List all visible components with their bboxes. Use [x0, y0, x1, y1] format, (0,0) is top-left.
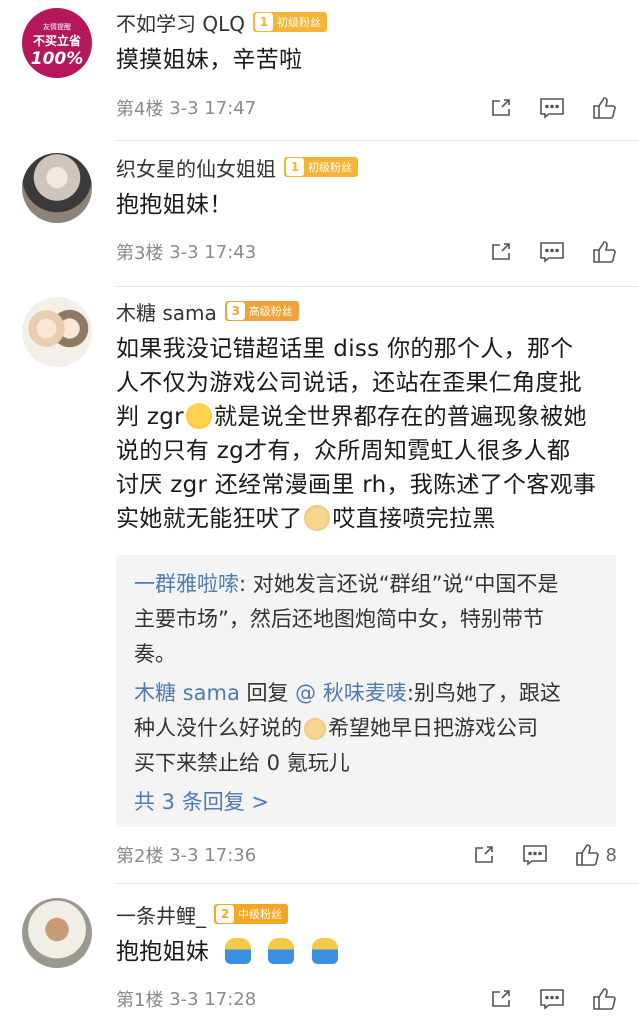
text-line: 判 zgr 就是说全世界都存在的普遍现象被她: [116, 400, 620, 434]
username-text: 一条井鲤_: [116, 903, 206, 928]
badge-level: 1: [254, 13, 273, 31]
avatar-text-mid: 不买立省: [32, 34, 81, 48]
comment-text: 摸摸姐妹，辛苦啦: [116, 47, 303, 73]
floor-number: 第3楼: [116, 243, 164, 264]
reply-line: 买下来禁止给 0 氪玩儿: [134, 751, 350, 775]
reply-verb: 回复: [239, 681, 296, 705]
share-icon[interactable]: [472, 843, 496, 867]
text-line: 实她就无能狂吠了 哎直接喷完拉黑: [116, 502, 620, 536]
username-text: 木糖 sama: [116, 300, 217, 325]
badge-label: 初级粉丝: [308, 161, 352, 174]
reply-mention-link[interactable]: @ 秋味麦唛: [295, 681, 407, 705]
action-bar: 8: [446, 840, 617, 870]
reply-line: 主要市场”，然后还地图炮简中女，特别带节: [134, 607, 544, 631]
text-segment: 就是说全世界都存在的普遍现象被她: [213, 404, 587, 430]
comment-item: 织女星的仙女姐姐 1 初级粉丝 抱抱姐妹！ 第3楼 3-3 17:43: [0, 141, 639, 286]
reply-author-link[interactable]: 木糖 sama: [134, 681, 240, 705]
action-bar: [463, 93, 617, 123]
username[interactable]: 木糖 sama 3 高级粉丝: [116, 296, 299, 326]
reply-preview-box[interactable]: 一群雅啦嗦: 对她发言还说“群组”说“中国不是 主要市场”，然后还地图炮简中女，…: [116, 555, 616, 827]
comment-icon[interactable]: [539, 240, 565, 264]
badge-level: 3: [226, 302, 245, 320]
fan-badge: 1 初级粉丝: [284, 157, 358, 177]
hug-emoji-icon: [185, 403, 212, 429]
text-segment: 哎直接喷完拉黑: [332, 506, 496, 532]
fan-badge: 1 初级粉丝: [252, 12, 327, 32]
username-text: 织女星的仙女姐姐: [116, 156, 276, 181]
comment-item: 友情提醒 不买立省 100% 不如学习 QLQ 1 初级粉丝 摸摸姐妹，辛苦啦 …: [0, 0, 639, 140]
comment-time: 3-3 17:36: [169, 844, 257, 866]
badge-label: 中级粉丝: [238, 908, 282, 921]
fan-badge: 3 高级粉丝: [224, 301, 299, 321]
reply-line: 奏。: [134, 642, 176, 666]
comment-meta: 第3楼 3-3 17:43: [116, 237, 256, 267]
comment-icon[interactable]: [539, 987, 565, 1011]
avatar[interactable]: [22, 297, 92, 367]
doge-emoji-icon: [304, 718, 326, 740]
doge-emoji-icon: [304, 505, 331, 531]
hug-emoji-icon: [312, 938, 339, 964]
like-count: 8: [605, 844, 617, 866]
comment-meta: 第1楼 3-3 17:28: [116, 984, 256, 1014]
text-line: 讨厌 zgr 还经常漫画里 rh，我陈述了个客观事: [116, 472, 597, 498]
comment-icon[interactable]: [539, 96, 565, 120]
view-all-replies-link[interactable]: 共 3 条回复 >: [134, 785, 600, 820]
floor-number: 第2楼: [116, 846, 164, 867]
comment-time: 3-3 17:43: [169, 241, 257, 263]
share-icon[interactable]: [489, 987, 513, 1011]
reply-line: 木糖 sama 回复 @ 秋味麦唛:别鸟她了，跟这: [134, 676, 600, 711]
comment-item: 木糖 sama 3 高级粉丝 如果我没记错超话里 diss 你的那个人，那个 人…: [0, 287, 639, 883]
hug-emoji-icon: [268, 938, 295, 964]
hug-emoji-icon: [224, 938, 251, 964]
avatar[interactable]: [22, 898, 92, 968]
reply-text: : 对她发言还说“群组”说“中国不是: [239, 572, 559, 596]
text-segment: 抱抱姐妹: [116, 939, 210, 965]
text-line: 说的只有 zg才有，众所周知霓虹人很多人都: [116, 438, 571, 464]
thumbs-up-icon[interactable]: [591, 986, 617, 1012]
badge-label: 初级粉丝: [276, 16, 321, 29]
action-bar: [463, 237, 617, 267]
avatar-text-top: 友情提醒: [43, 23, 71, 31]
action-bar: [463, 984, 617, 1014]
reply-author-link[interactable]: 一群雅啦嗦: [134, 572, 239, 596]
floor-number: 第1楼: [116, 990, 164, 1011]
floor-number: 第4楼: [116, 99, 164, 120]
reply-line: 种人没什么好说的 希望她早日把游戏公司: [134, 711, 600, 746]
comment-text: 如果我没记错超话里 diss 你的那个人，那个 人不仅为游戏公司说话，还站在歪果…: [116, 332, 620, 536]
username[interactable]: 不如学习 QLQ 1 初级粉丝: [116, 7, 327, 37]
reply-text: 希望她早日把游戏公司: [328, 716, 538, 740]
username[interactable]: 一条井鲤_ 2 中级粉丝: [116, 899, 288, 929]
reply-text: :别鸟她了，跟这: [406, 681, 561, 705]
text-line: 人不仅为游戏公司说话，还站在歪果仁角度批: [116, 370, 582, 396]
share-icon[interactable]: [489, 240, 513, 264]
comment-time: 3-3 17:47: [169, 97, 257, 119]
like-button[interactable]: 8: [574, 842, 617, 868]
comment-item: 一条井鲤_ 2 中级粉丝 抱抱姐妹 第1楼 3-3 17:28: [0, 884, 639, 1024]
share-icon[interactable]: [489, 96, 513, 120]
comment-meta: 第2楼 3-3 17:36: [116, 840, 256, 870]
avatar-text-big: 100%: [30, 49, 84, 69]
reply-text: 种人没什么好说的: [134, 716, 302, 740]
thumbs-up-icon[interactable]: [591, 95, 617, 121]
fan-badge: 2 中级粉丝: [214, 904, 288, 924]
thumbs-up-icon: [575, 844, 599, 866]
badge-label: 高级粉丝: [248, 305, 293, 318]
comment-time: 3-3 17:28: [169, 988, 257, 1010]
comment-text: 抱抱姐妹！: [116, 192, 233, 218]
comment-icon[interactable]: [522, 843, 548, 867]
text-line: 如果我没记错超话里 diss 你的那个人，那个: [116, 336, 574, 362]
username-text: 不如学习 QLQ: [116, 11, 245, 36]
text-segment: 判 zgr: [116, 404, 184, 430]
avatar[interactable]: 友情提醒 不买立省 100%: [22, 8, 92, 78]
badge-level: 2: [216, 905, 234, 923]
text-segment: 实她就无能狂吠了: [116, 506, 303, 532]
thumbs-up-icon[interactable]: [591, 239, 617, 265]
comment-text: 抱抱姐妹: [116, 935, 620, 969]
comment-meta: 第4楼 3-3 17:47: [116, 93, 256, 123]
avatar[interactable]: [22, 153, 92, 223]
badge-level: 1: [286, 158, 304, 176]
reply-line: 一群雅啦嗦: 对她发言还说“群组”说“中国不是: [134, 567, 600, 602]
username[interactable]: 织女星的仙女姐姐 1 初级粉丝: [116, 152, 358, 182]
